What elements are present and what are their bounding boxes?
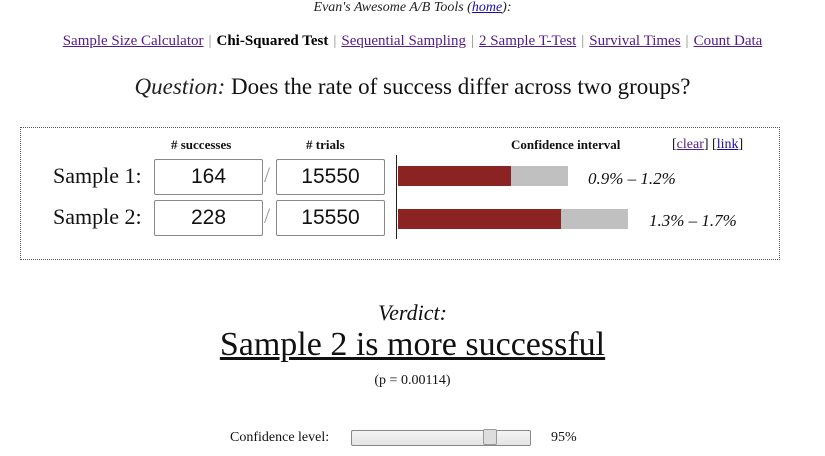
p-value: (p = 0.00114) [374,373,451,388]
sample-2-separator: / [264,203,271,228]
home-link[interactable]: home [472,0,502,15]
question-text: Does the rate of success differ across t… [231,74,691,99]
sample-2-ci-bar [398,209,561,229]
clear-link[interactable]: clear [677,137,704,152]
nav-2-sample-t-test[interactable]: 2 Sample T-Test [479,33,576,49]
verdict-label: Verdict: [378,300,447,325]
header-title: Evan's Awesome A/B Tools (home): [313,0,512,15]
successes-column-header: # successes [171,137,232,152]
verdict-text: Sample 2 is more successful [219,326,606,363]
nav-separator: | [470,33,474,49]
nav-chi-squared-test[interactable]: Chi-Squared Test [217,33,329,49]
nav-separator: | [208,33,212,49]
panel-links: [clear] [link] [672,137,744,152]
confidence-level-slider[interactable] [351,429,531,446]
sample-1-successes-input[interactable]: 164 [154,159,263,195]
nav-separator: | [581,33,585,49]
confidence-level-label: Confidence level: [230,430,330,445]
sample-2-label: Sample 2: [53,204,142,229]
nav-survival-times[interactable]: Survival Times [589,33,680,49]
nav-separator: | [333,33,337,49]
nav-count-data[interactable]: Count Data [694,33,763,49]
ci-column-header: Confidence interval [511,137,621,152]
nav-sample-size-calculator[interactable]: Sample Size Calculator [63,33,204,49]
input-panel: # successes # trials Confidence interval… [20,127,780,260]
confidence-level-value: 95% [551,430,577,445]
sample-2-trials-input[interactable]: 15550 [276,200,385,236]
sample-2-ci-text: 1.3% – 1.7% [649,211,737,230]
link-link[interactable]: link [717,137,739,152]
sample-1-label: Sample 1: [53,163,142,188]
question: Question: Does the rate of success diffe… [0,74,825,100]
trials-column-header: # trials [306,137,345,152]
slider-thumb[interactable] [483,429,497,445]
nav-separator: | [685,33,689,49]
bar-axis-line [396,155,397,239]
sample-1-ci-text: 0.9% – 1.2% [588,169,676,188]
sample-1-ci-bar [398,166,511,186]
tool-nav: Sample Size Calculator | Chi-Squared Test |… [0,33,825,50]
sample-1-separator: / [264,162,271,187]
nav-sequential-sampling[interactable]: Sequential Sampling [341,33,466,49]
sample-1-trials-input[interactable]: 15550 [276,159,385,195]
question-label: Question: [134,74,226,99]
sample-2-successes-input[interactable]: 228 [154,200,263,236]
